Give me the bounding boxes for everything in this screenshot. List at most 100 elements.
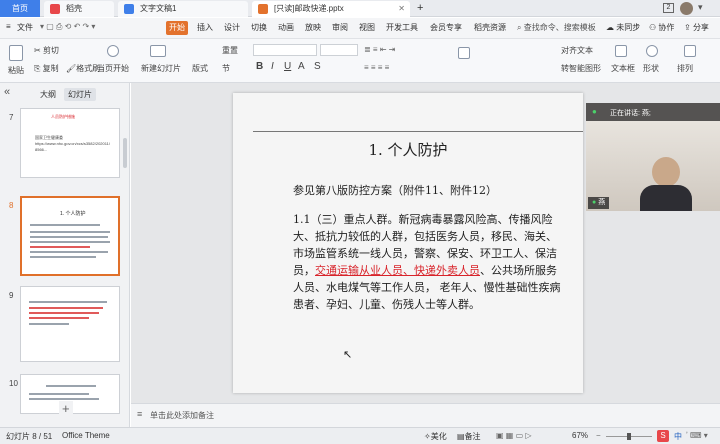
shape-button[interactable]: 形状 bbox=[643, 63, 659, 74]
textbox-button[interactable]: 文本框 bbox=[611, 63, 635, 74]
thumb-line bbox=[30, 241, 110, 243]
menu-start[interactable]: 开始 bbox=[166, 21, 188, 35]
video-header bbox=[586, 103, 720, 121]
strikethrough-button[interactable]: S bbox=[314, 61, 321, 72]
share-button[interactable]: ⇪ 分享 bbox=[684, 22, 709, 33]
copy-button[interactable]: ⎘ 复制 bbox=[34, 63, 59, 74]
tab-wps-docer[interactable]: 稻壳 bbox=[44, 1, 114, 17]
paste-button[interactable]: 粘贴 bbox=[8, 65, 24, 76]
theme-name: Office Theme bbox=[62, 431, 110, 440]
slide-thumbnail-7[interactable]: 人员防护措施 国家卫生健康委 https://www.nhc.gov.cn/xc… bbox=[20, 108, 120, 178]
menu-transition[interactable]: 切换 bbox=[251, 22, 267, 33]
window-more-icon[interactable]: ▾ bbox=[698, 2, 703, 13]
thumb-scrollbar[interactable] bbox=[123, 138, 127, 168]
copy-label: 复制 bbox=[42, 64, 59, 73]
beautify-button[interactable]: ✧美化 bbox=[424, 431, 447, 442]
menu-resources[interactable]: 稻壳资源 bbox=[474, 22, 506, 33]
play-icon[interactable] bbox=[107, 45, 119, 57]
menu-devtools[interactable]: 开发工具 bbox=[386, 22, 418, 33]
tab-label: 文字文稿1 bbox=[140, 4, 177, 13]
align-buttons[interactable]: ≡ ≡ ≡ ≡ bbox=[364, 63, 389, 72]
tab-outline[interactable]: 大纲 bbox=[40, 89, 56, 100]
video-call-overlay[interactable]: ● 正在讲话: 燕; ● 燕 bbox=[586, 103, 720, 211]
menu-review[interactable]: 审阅 bbox=[332, 22, 348, 33]
quick-toolbar-icons[interactable]: ▾ ▢ ⎙ ⟲ ↶ ↷ ▾ bbox=[40, 22, 95, 32]
menu-animation[interactable]: 动画 bbox=[278, 22, 294, 33]
font-color-button[interactable]: A bbox=[298, 61, 305, 72]
thumb-line bbox=[30, 236, 108, 238]
menu-file[interactable]: 文件 bbox=[17, 22, 33, 33]
from-current-button[interactable]: 当页开始 bbox=[97, 63, 129, 74]
thumb-number: 8 bbox=[9, 201, 14, 210]
textbox-icon[interactable] bbox=[615, 45, 627, 57]
thumb-line-highlight bbox=[29, 307, 103, 309]
ime-language[interactable]: 中 bbox=[674, 431, 682, 442]
menu-view[interactable]: 视图 bbox=[359, 22, 375, 33]
italic-button[interactable]: I bbox=[271, 61, 274, 72]
reset-button[interactable]: 重置 bbox=[222, 45, 238, 56]
paste-icon[interactable] bbox=[9, 45, 23, 61]
slide-body-text[interactable]: 1.1（三）重点人群。新冠病毒暴露风险高、传播风险大、抵抗力较低的人群，包括医务… bbox=[293, 211, 565, 313]
sync-status[interactable]: ☁ 未同步 bbox=[606, 22, 640, 33]
new-slide-icon[interactable] bbox=[150, 45, 166, 57]
notes-icon: ▤ bbox=[457, 432, 465, 441]
add-slide-button[interactable]: + bbox=[59, 401, 73, 416]
new-tab-button[interactable]: + bbox=[414, 1, 430, 17]
notes-toggle[interactable]: ▤备注 bbox=[457, 431, 481, 442]
notes-pane[interactable]: ≡ 单击此处添加备注 bbox=[131, 403, 720, 427]
zoom-slider-thumb[interactable] bbox=[627, 433, 631, 440]
zoom-level: 67% bbox=[572, 431, 589, 440]
current-slide[interactable]: 1. 个人防护 参见第八版防控方案（附件11、附件12） 1.1（三）重点人群。… bbox=[233, 93, 583, 393]
sogou-ime-icon[interactable]: S bbox=[657, 430, 669, 442]
tab-presentation[interactable]: [只读]邮政快递.pptx ✕ bbox=[252, 1, 410, 17]
section-button[interactable]: 节 bbox=[222, 63, 230, 74]
table-icon[interactable] bbox=[458, 47, 470, 59]
notes-menu-icon[interactable]: ≡ bbox=[137, 409, 142, 419]
tab-document[interactable]: 文字文稿1 bbox=[118, 1, 248, 17]
view-mode-buttons[interactable]: ▣ ▦ ▭ ▷ bbox=[496, 431, 532, 440]
slide-subtitle[interactable]: 参见第八版防控方案（附件11、附件12） bbox=[293, 182, 497, 198]
scissors-icon: ✂ bbox=[34, 46, 41, 55]
thumb-line: 8566... bbox=[35, 147, 48, 152]
body-highlight-text: 交通运输从业人员、快递外卖人员 bbox=[315, 264, 480, 277]
zoom-out-icon[interactable]: − bbox=[596, 431, 601, 440]
cut-button[interactable]: ✂ 剪切 bbox=[34, 45, 59, 56]
menu-insert[interactable]: 插入 bbox=[197, 22, 213, 33]
collab-button[interactable]: ⚇ 协作 bbox=[649, 22, 674, 33]
arrange-icon[interactable] bbox=[684, 45, 696, 57]
writer-icon bbox=[124, 4, 134, 14]
align-text-button[interactable]: 对齐文本 bbox=[561, 45, 593, 56]
close-tab-icon[interactable]: ✕ bbox=[398, 1, 405, 16]
format-painter-button[interactable]: 🖌格式刷 bbox=[66, 63, 100, 74]
slide-thumbnail-9[interactable] bbox=[20, 286, 120, 362]
collapse-pane-icon[interactable]: « bbox=[4, 86, 10, 98]
notes-placeholder[interactable]: 单击此处添加备注 bbox=[150, 410, 214, 421]
font-family-select[interactable] bbox=[253, 44, 317, 56]
convert-smartart-button[interactable]: 转智能图形 bbox=[561, 63, 601, 74]
layout-button[interactable]: 版式 bbox=[192, 63, 208, 74]
ime-tools-icons[interactable]: ʼ ⌨ ▾ bbox=[686, 431, 708, 440]
notes-label: 备注 bbox=[464, 432, 481, 441]
ribbon-toolbar: 粘贴 ✂ 剪切 ⎘ 复制 🖌格式刷 当页开始 新建幻灯片 版式 节 重置 B I… bbox=[0, 39, 720, 83]
list-buttons[interactable]: ≣ ≡ ⇤ ⇥ bbox=[364, 45, 395, 54]
slide-thumbnail-8[interactable]: 1. 个人防护 bbox=[20, 196, 120, 276]
arrange-button[interactable]: 排列 bbox=[677, 63, 693, 74]
tab-home[interactable]: 首页 bbox=[0, 0, 40, 17]
thumb-text: 国家卫生健康委 https://www.nhc.gov.cn/xcs/s3582… bbox=[35, 135, 117, 153]
hamburger-icon[interactable]: ≡ bbox=[6, 22, 11, 31]
menu-member[interactable]: 会员专享 bbox=[430, 22, 462, 33]
underline-button[interactable]: U bbox=[284, 61, 291, 72]
new-slide-button[interactable]: 新建幻灯片 bbox=[141, 63, 181, 74]
sync-label: 未同步 bbox=[616, 23, 641, 32]
shape-icon[interactable] bbox=[646, 45, 658, 57]
font-size-select[interactable] bbox=[320, 44, 358, 56]
thumb-line bbox=[30, 224, 100, 226]
tab-slides[interactable]: 幻灯片 bbox=[64, 88, 96, 101]
menu-slideshow[interactable]: 放映 bbox=[305, 22, 321, 33]
slide-title[interactable]: 1. 个人防护 bbox=[233, 139, 583, 160]
menu-design[interactable]: 设计 bbox=[224, 22, 240, 33]
thumb-line bbox=[30, 231, 110, 233]
search-command[interactable]: ⌕ 查找命令、搜索模板 bbox=[517, 22, 596, 33]
bold-button[interactable]: B bbox=[256, 61, 263, 72]
avatar[interactable] bbox=[680, 2, 693, 15]
